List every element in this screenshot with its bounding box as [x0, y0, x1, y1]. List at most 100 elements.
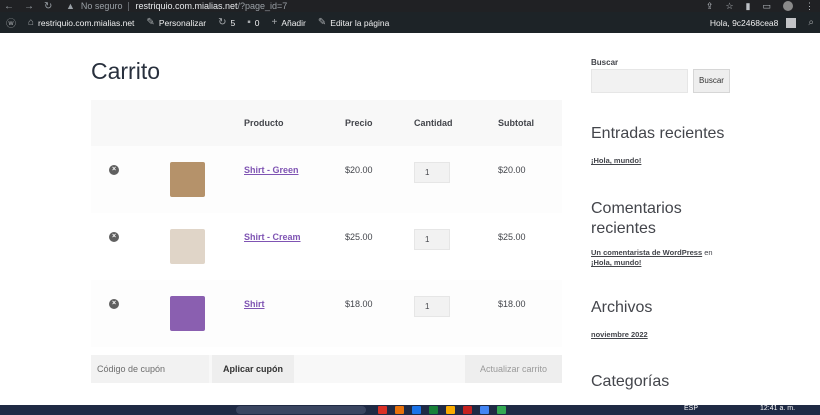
profile-avatar[interactable]: [783, 1, 793, 11]
admin-search-button[interactable]: ⌕: [802, 12, 820, 33]
product-name-link[interactable]: Shirt: [244, 299, 265, 309]
os-taskbar: ESP 12:41 a. m.: [0, 405, 820, 415]
wp-admin-bar: ⓦ ⌂ restriquio.com.mialias.net ✎ Personali…: [0, 12, 820, 33]
product-price: $25.00: [345, 232, 373, 242]
comments-button[interactable]: ▪ 0: [241, 12, 265, 33]
updates-button[interactable]: ↻ 5: [212, 12, 241, 33]
updates-count: 5: [230, 17, 236, 28]
comments-count: 0: [254, 17, 260, 28]
quantity-input[interactable]: 1: [414, 229, 450, 250]
app-icon[interactable]: [429, 406, 438, 414]
product-price: $18.00: [345, 299, 373, 309]
cart-table: Producto Precio Cantidad Subtotal × Shir…: [91, 100, 562, 347]
warning-icon: ▲: [66, 1, 75, 11]
security-label: No seguro: [80, 1, 123, 11]
archives-heading: Archivos: [591, 299, 653, 316]
product-price: $20.00: [345, 165, 373, 175]
cart-row: × Shirt - Cream $25.00 1 $25.00: [91, 213, 562, 280]
app-icon[interactable]: [480, 406, 489, 414]
app-icon[interactable]: [463, 406, 472, 414]
categories-heading: Categorías: [591, 373, 670, 390]
site-name-button[interactable]: ⌂ restriquio.com.mialias.net: [22, 12, 140, 33]
wordpress-icon: ⓦ: [6, 19, 16, 30]
quantity-input[interactable]: 1: [414, 162, 450, 183]
clock[interactable]: 12:41 a. m.: [760, 405, 795, 412]
page-title: Carrito: [91, 58, 161, 84]
edit-page-button[interactable]: ✎ Editar la página: [312, 12, 395, 33]
header-subtotal: Subtotal: [498, 118, 534, 128]
sidepanel-icon[interactable]: ▮: [746, 1, 751, 12]
reload-icon[interactable]: ↻: [44, 1, 52, 12]
product-thumbnail[interactable]: [170, 162, 205, 197]
apply-coupon-button[interactable]: Aplicar cupón: [212, 355, 294, 383]
coupon-code-input[interactable]: Código de cupón: [91, 355, 209, 383]
header-quantity: Cantidad: [414, 118, 453, 128]
home-icon: ⌂: [28, 17, 35, 28]
user-avatar: [786, 17, 797, 28]
recent-comment-item: Un comentarista de WordPress en ¡Hola, m…: [591, 248, 713, 268]
browser-toolbar: ← → ↻ ▲ No seguro restriquio.com.mialias…: [0, 0, 820, 12]
add-new-button[interactable]: + Añadir: [265, 12, 311, 33]
extensions-icon[interactable]: ▭: [762, 1, 771, 12]
archive-link[interactable]: noviembre 2022: [591, 330, 648, 339]
header-product: Producto: [244, 118, 284, 128]
star-icon[interactable]: ☆: [725, 1, 733, 12]
search-button[interactable]: Buscar: [693, 69, 730, 93]
product-name-link[interactable]: Shirt - Cream: [244, 232, 301, 242]
add-new-label: Añadir: [281, 17, 306, 28]
share-icon[interactable]: ⇪: [706, 1, 714, 12]
language-indicator[interactable]: ESP: [684, 405, 698, 412]
quantity-input[interactable]: 1: [414, 296, 450, 317]
url-host: restriquio.com.mialias.net: [135, 1, 238, 11]
search-input[interactable]: [591, 69, 688, 93]
cart-actions: Código de cupón Aplicar cupón Actualizar…: [91, 355, 562, 383]
taskbar-apps: [378, 406, 506, 414]
wp-logo-button[interactable]: ⓦ: [0, 12, 22, 33]
cart-row: × Shirt $18.00 1 $18.00: [91, 280, 562, 347]
update-cart-button[interactable]: Actualizar carrito: [465, 355, 562, 383]
comment-post-link[interactable]: ¡Hola, mundo!: [591, 258, 641, 267]
back-icon[interactable]: ←: [4, 1, 14, 12]
menu-icon[interactable]: ⋮: [805, 1, 814, 12]
customize-button[interactable]: ✎ Personalizar: [140, 12, 212, 33]
app-icon[interactable]: [412, 406, 421, 414]
site-name-label: restriquio.com.mialias.net: [38, 17, 135, 28]
remove-item-icon[interactable]: ×: [109, 299, 119, 309]
updates-icon: ↻: [218, 17, 227, 28]
recent-posts-heading: Entradas recientes: [591, 125, 725, 142]
pencil-icon: ✎: [317, 17, 327, 28]
product-subtotal: $25.00: [498, 232, 526, 242]
remove-item-icon[interactable]: ×: [109, 232, 119, 242]
comment-icon: ▪: [247, 17, 251, 28]
cart-row: × Shirt - Green $20.00 1 $20.00: [91, 146, 562, 213]
account-button[interactable]: Hola, 9c2468cea8: [704, 12, 803, 33]
plus-icon: +: [271, 17, 278, 28]
comment-on-text: en: [704, 248, 713, 257]
app-icon[interactable]: [378, 406, 387, 414]
product-name-link[interactable]: Shirt - Green: [244, 165, 299, 175]
taskbar-search[interactable]: [236, 406, 366, 414]
recent-comments-heading-line1: Comentarios: [591, 200, 682, 217]
edit-page-label: Editar la página: [330, 17, 390, 28]
folder-icon[interactable]: [446, 406, 455, 414]
product-subtotal: $20.00: [498, 165, 526, 175]
recent-comments-heading-line2: recientes: [591, 220, 656, 237]
customize-label: Personalizar: [158, 17, 207, 28]
address-bar[interactable]: ▲ No seguro restriquio.com.mialias.net/?…: [66, 0, 287, 12]
header-price: Precio: [345, 118, 373, 128]
forward-icon[interactable]: →: [24, 1, 34, 12]
search-icon: ⌕: [808, 17, 814, 28]
url-path: /?page_id=7: [237, 1, 288, 11]
remove-item-icon[interactable]: ×: [109, 165, 119, 175]
recent-post-link[interactable]: ¡Hola, mundo!: [591, 156, 641, 165]
search-label: Buscar: [591, 58, 619, 67]
cart-table-header: Producto Precio Cantidad Subtotal: [91, 100, 562, 146]
product-thumbnail[interactable]: [170, 229, 205, 264]
product-subtotal: $18.00: [498, 299, 526, 309]
greeting-label: Hola, 9c2468cea8: [709, 17, 779, 28]
product-thumbnail[interactable]: [170, 296, 205, 331]
app-icon[interactable]: [497, 406, 506, 414]
app-icon[interactable]: [395, 406, 404, 414]
divider: [128, 1, 130, 11]
comment-author-link[interactable]: Un comentarista de WordPress: [591, 248, 702, 257]
